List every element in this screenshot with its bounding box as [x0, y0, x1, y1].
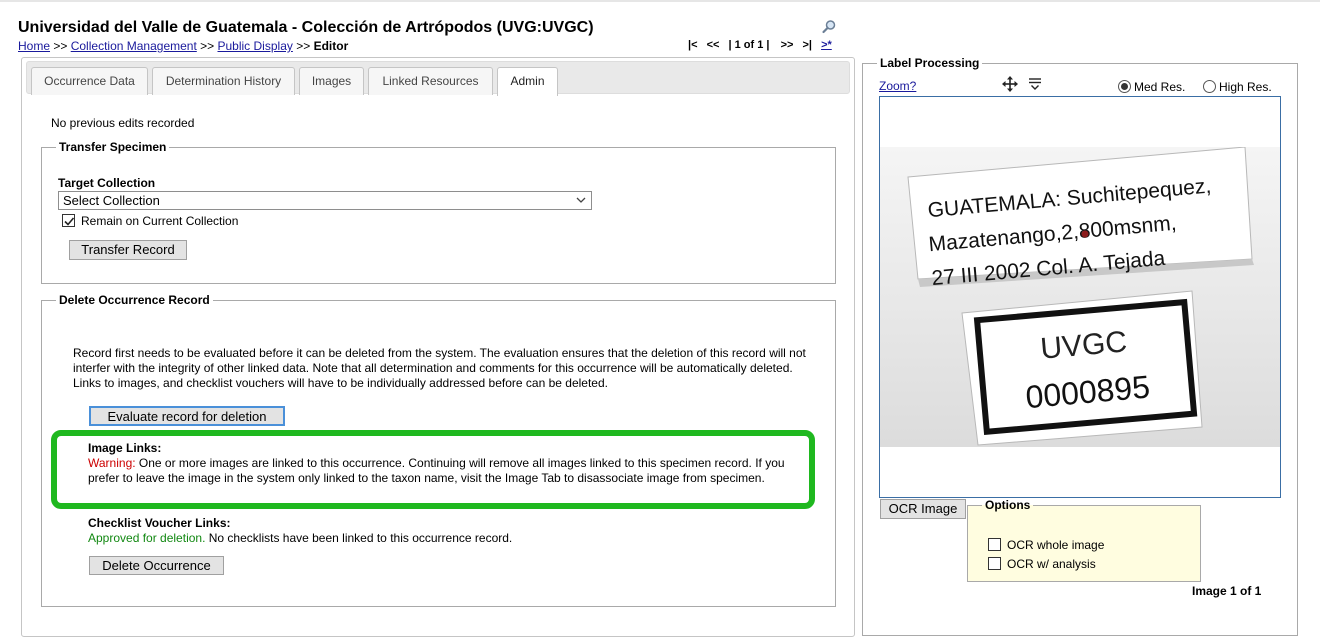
text-menu-icon[interactable]	[1027, 76, 1043, 92]
image-links-warning-text: One or more images are linked to this oc…	[88, 456, 785, 485]
top-divider	[0, 0, 1320, 2]
breadcrumb-current: Editor	[313, 39, 349, 53]
edit-history-status: No previous edits recorded	[51, 116, 195, 130]
ocr-analysis-label: OCR w/ analysis	[1007, 557, 1096, 571]
page-title: Universidad del Valle de Guatemala - Col…	[18, 19, 594, 36]
breadcrumb-separator: >>	[53, 39, 68, 53]
ocr-analysis-option: OCR w/ analysis	[988, 557, 1096, 571]
med-res-label: Med Res.	[1134, 80, 1186, 94]
label-image-viewer[interactable]: GUATEMALA: Suchitepequez, Mazatenango,2,…	[879, 96, 1281, 498]
tab-occurrence-data[interactable]: Occurrence Data	[31, 67, 148, 95]
transfer-specimen-legend: Transfer Specimen	[59, 140, 167, 154]
med-res-option[interactable]: Med Res.	[1118, 80, 1185, 94]
high-res-radio[interactable]	[1203, 80, 1216, 93]
delete-description: Record first needs to be evaluated befor…	[73, 346, 806, 390]
high-res-option[interactable]: High Res.	[1203, 80, 1272, 94]
tab-determination-history[interactable]: Determination History	[152, 67, 295, 95]
breadcrumb-separator: >>	[200, 39, 215, 53]
target-collection-label: Target Collection	[58, 176, 156, 190]
pager-prev-button[interactable]: <<	[707, 39, 720, 51]
image-count: Image 1 of 1	[1192, 584, 1262, 598]
image-links-warning-label: Warning:	[88, 456, 136, 470]
tab-bar: Occurrence Data Determination History Im…	[26, 61, 850, 96]
tab-images[interactable]: Images	[299, 67, 364, 95]
delete-occurrence-section: Delete Occurrence Record Record first ne…	[41, 293, 836, 607]
pager-count: | 1 of 1 |	[728, 39, 770, 51]
ocr-options-legend: Options	[985, 498, 1031, 512]
checklist-links-message: Approved for deletion. No checklists hav…	[88, 531, 512, 545]
evaluate-deletion-button[interactable]: Evaluate record for deletion	[89, 406, 285, 426]
breadcrumb-collection-management-link[interactable]: Collection Management	[71, 39, 197, 53]
tab-linked-resources[interactable]: Linked Resources	[368, 67, 493, 95]
ocr-whole-image-option: OCR whole image	[988, 538, 1104, 552]
delete-occurrence-button[interactable]: Delete Occurrence	[89, 556, 224, 575]
delete-occurrence-legend: Delete Occurrence Record	[59, 293, 210, 307]
image-links-heading: Image Links:	[88, 441, 162, 455]
transfer-record-button[interactable]: Transfer Record	[69, 240, 187, 260]
pager-new-record-link[interactable]: >*	[821, 39, 832, 51]
move-icon[interactable]	[1002, 76, 1018, 92]
record-pager: |< << | 1 of 1 | >> >| >*	[688, 39, 838, 51]
specimen-label-image: GUATEMALA: Suchitepequez, Mazatenango,2,…	[880, 147, 1280, 447]
chevron-down-icon	[575, 193, 587, 207]
breadcrumb: Home >> Collection Management >> Public …	[18, 39, 348, 53]
pager-first-button[interactable]: |<	[688, 39, 698, 51]
tab-admin[interactable]: Admin	[497, 67, 558, 96]
editor-panel: Occurrence Data Determination History Im…	[21, 57, 855, 637]
checklist-links-text: No checklists have been linked to this o…	[205, 531, 513, 545]
med-res-radio[interactable]	[1118, 80, 1131, 93]
high-res-label: High Res.	[1219, 80, 1272, 94]
zoom-link[interactable]: Zoom?	[879, 79, 916, 93]
breadcrumb-public-display-link[interactable]: Public Display	[218, 39, 293, 53]
label-processing-legend: Label Processing	[880, 56, 980, 70]
ocr-whole-image-label: OCR whole image	[1007, 538, 1105, 552]
ocr-options-section: Options OCR whole image OCR w/ analysis	[967, 498, 1201, 582]
checklist-links-heading: Checklist Voucher Links:	[88, 516, 231, 530]
breadcrumb-separator: >>	[296, 39, 311, 53]
checklist-approved-label: Approved for deletion.	[88, 531, 206, 545]
breadcrumb-home-link[interactable]: Home	[18, 39, 50, 53]
target-collection-select[interactable]: Select Collection	[58, 191, 592, 210]
pager-next-button[interactable]: >>	[781, 39, 794, 51]
remain-label: Remain on Current Collection	[81, 214, 239, 228]
ocr-whole-image-checkbox[interactable]	[988, 538, 1001, 551]
transfer-specimen-section: Transfer Specimen Target Collection Sele…	[41, 140, 836, 284]
ocr-image-button[interactable]: OCR Image	[880, 499, 966, 519]
image-links-message: Warning: One or more images are linked t…	[88, 456, 792, 486]
remain-checkbox[interactable]	[62, 214, 75, 227]
target-collection-value: Select Collection	[63, 193, 160, 208]
remain-on-collection-option: Remain on Current Collection	[62, 214, 238, 228]
pager-last-button[interactable]: >|	[802, 39, 812, 51]
ocr-analysis-checkbox[interactable]	[988, 557, 1001, 570]
search-icon[interactable]	[821, 19, 837, 35]
